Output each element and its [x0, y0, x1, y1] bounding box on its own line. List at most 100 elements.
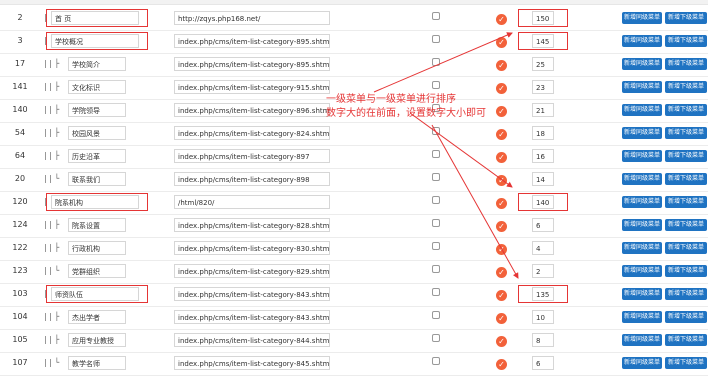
- add-same-level-button[interactable]: 新增同级菜单: [622, 219, 662, 231]
- checkbox[interactable]: [432, 334, 440, 342]
- menu-name-input[interactable]: 联系我们: [68, 172, 126, 186]
- sort-order-input[interactable]: 25: [532, 57, 554, 71]
- add-child-level-button[interactable]: 新增下级菜单: [665, 334, 707, 346]
- add-child-level-button[interactable]: 新增下级菜单: [665, 12, 707, 24]
- add-same-level-button[interactable]: 新增同级菜单: [622, 12, 662, 24]
- sort-order-input[interactable]: 18: [532, 126, 554, 140]
- add-same-level-button[interactable]: 新增同级菜单: [622, 104, 662, 116]
- checkbox[interactable]: [432, 242, 440, 250]
- menu-url-input[interactable]: index.php/cms/item-list-category-830.sht…: [174, 241, 330, 255]
- check-circle-icon[interactable]: ✓: [496, 37, 507, 48]
- add-child-level-button[interactable]: 新增下级菜单: [665, 150, 707, 162]
- menu-url-input[interactable]: index.php/cms/item-list-category-896.sht…: [174, 103, 330, 117]
- menu-name-input[interactable]: 院系设置: [68, 218, 126, 232]
- menu-url-input[interactable]: index.php/cms/item-list-category-824.sht…: [174, 126, 330, 140]
- add-child-level-button[interactable]: 新增下级菜单: [665, 127, 707, 139]
- menu-name-input[interactable]: 行政机构: [68, 241, 126, 255]
- check-circle-icon[interactable]: ✓: [496, 175, 507, 186]
- add-child-level-button[interactable]: 新增下级菜单: [665, 196, 707, 208]
- check-circle-icon[interactable]: ✓: [496, 129, 507, 140]
- menu-url-input[interactable]: index.php/cms/item-list-category-843.sht…: [174, 310, 330, 324]
- menu-url-input[interactable]: index.php/cms/item-list-category-843.sht…: [174, 287, 330, 301]
- checkbox[interactable]: [432, 357, 440, 365]
- check-circle-icon[interactable]: ✓: [496, 336, 507, 347]
- menu-name-input[interactable]: 杰出学者: [68, 310, 126, 324]
- add-child-level-button[interactable]: 新增下级菜单: [665, 265, 707, 277]
- checkbox[interactable]: [432, 288, 440, 296]
- checkbox[interactable]: [432, 12, 440, 20]
- add-child-level-button[interactable]: 新增下级菜单: [665, 81, 707, 93]
- add-child-level-button[interactable]: 新增下级菜单: [665, 58, 707, 70]
- menu-url-input[interactable]: /html/820/: [174, 195, 330, 209]
- check-circle-icon[interactable]: ✓: [496, 359, 507, 370]
- check-circle-icon[interactable]: ✓: [496, 60, 507, 71]
- menu-url-input[interactable]: index.php/cms/item-list-category-829.sht…: [174, 264, 330, 278]
- menu-url-input[interactable]: index.php/cms/item-list-category-915.sht…: [174, 80, 330, 94]
- add-same-level-button[interactable]: 新增同级菜单: [622, 334, 662, 346]
- menu-url-input[interactable]: index.php/cms/item-list-category-898: [174, 172, 330, 186]
- add-same-level-button[interactable]: 新增同级菜单: [622, 81, 662, 93]
- menu-url-input[interactable]: http://zqys.php168.net/: [174, 11, 330, 25]
- add-child-level-button[interactable]: 新增下级菜单: [665, 173, 707, 185]
- add-same-level-button[interactable]: 新增同级菜单: [622, 150, 662, 162]
- add-same-level-button[interactable]: 新增同级菜单: [622, 311, 662, 323]
- add-child-level-button[interactable]: 新增下级菜单: [665, 35, 707, 47]
- sort-order-input[interactable]: 6: [532, 218, 554, 232]
- add-child-level-button[interactable]: 新增下级菜单: [665, 357, 707, 369]
- add-child-level-button[interactable]: 新增下级菜单: [665, 242, 707, 254]
- check-circle-icon[interactable]: ✓: [496, 152, 507, 163]
- sort-order-input[interactable]: 14: [532, 172, 554, 186]
- checkbox[interactable]: [432, 81, 440, 89]
- checkbox[interactable]: [432, 127, 440, 135]
- check-circle-icon[interactable]: ✓: [496, 267, 507, 278]
- menu-url-input[interactable]: index.php/cms/item-list-category-828.sht…: [174, 218, 330, 232]
- menu-name-input[interactable]: 教学名师: [68, 356, 126, 370]
- checkbox[interactable]: [432, 311, 440, 319]
- add-same-level-button[interactable]: 新增同级菜单: [622, 196, 662, 208]
- checkbox[interactable]: [432, 150, 440, 158]
- add-same-level-button[interactable]: 新增同级菜单: [622, 58, 662, 70]
- menu-name-input[interactable]: 文化标识: [68, 80, 126, 94]
- checkbox[interactable]: [432, 173, 440, 181]
- sort-order-input[interactable]: 2: [532, 264, 554, 278]
- checkbox[interactable]: [432, 196, 440, 204]
- menu-name-input[interactable]: 学校简介: [68, 57, 126, 71]
- menu-url-input[interactable]: index.php/cms/item-list-category-845.sht…: [174, 356, 330, 370]
- sort-order-input[interactable]: 21: [532, 103, 554, 117]
- menu-name-input[interactable]: 历史沿革: [68, 149, 126, 163]
- add-same-level-button[interactable]: 新增同级菜单: [622, 173, 662, 185]
- add-same-level-button[interactable]: 新增同级菜单: [622, 242, 662, 254]
- sort-order-input[interactable]: 8: [532, 333, 554, 347]
- menu-name-input[interactable]: 校园风景: [68, 126, 126, 140]
- check-circle-icon[interactable]: ✓: [496, 244, 507, 255]
- check-circle-icon[interactable]: ✓: [496, 14, 507, 25]
- add-same-level-button[interactable]: 新增同级菜单: [622, 357, 662, 369]
- menu-url-input[interactable]: index.php/cms/item-list-category-897: [174, 149, 330, 163]
- check-circle-icon[interactable]: ✓: [496, 221, 507, 232]
- checkbox[interactable]: [432, 35, 440, 43]
- menu-url-input[interactable]: index.php/cms/item-list-category-895.sht…: [174, 34, 330, 48]
- add-same-level-button[interactable]: 新增同级菜单: [622, 288, 662, 300]
- check-circle-icon[interactable]: ✓: [496, 290, 507, 301]
- checkbox[interactable]: [432, 219, 440, 227]
- sort-order-input[interactable]: 10: [532, 310, 554, 324]
- check-circle-icon[interactable]: ✓: [496, 198, 507, 209]
- add-child-level-button[interactable]: 新增下级菜单: [665, 311, 707, 323]
- menu-url-input[interactable]: index.php/cms/item-list-category-895.sht…: [174, 57, 330, 71]
- add-child-level-button[interactable]: 新增下级菜单: [665, 219, 707, 231]
- check-circle-icon[interactable]: ✓: [496, 313, 507, 324]
- add-child-level-button[interactable]: 新增下级菜单: [665, 104, 707, 116]
- sort-order-input[interactable]: 16: [532, 149, 554, 163]
- add-same-level-button[interactable]: 新增同级菜单: [622, 35, 662, 47]
- add-same-level-button[interactable]: 新增同级菜单: [622, 127, 662, 139]
- add-child-level-button[interactable]: 新增下级菜单: [665, 288, 707, 300]
- menu-name-input[interactable]: 党群组织: [68, 264, 126, 278]
- checkbox[interactable]: [432, 58, 440, 66]
- add-same-level-button[interactable]: 新增同级菜单: [622, 265, 662, 277]
- check-circle-icon[interactable]: ✓: [496, 106, 507, 117]
- checkbox[interactable]: [432, 265, 440, 273]
- menu-name-input[interactable]: 学院领导: [68, 103, 126, 117]
- sort-order-input[interactable]: 23: [532, 80, 554, 94]
- menu-url-input[interactable]: index.php/cms/item-list-category-844.sht…: [174, 333, 330, 347]
- sort-order-input[interactable]: 6: [532, 356, 554, 370]
